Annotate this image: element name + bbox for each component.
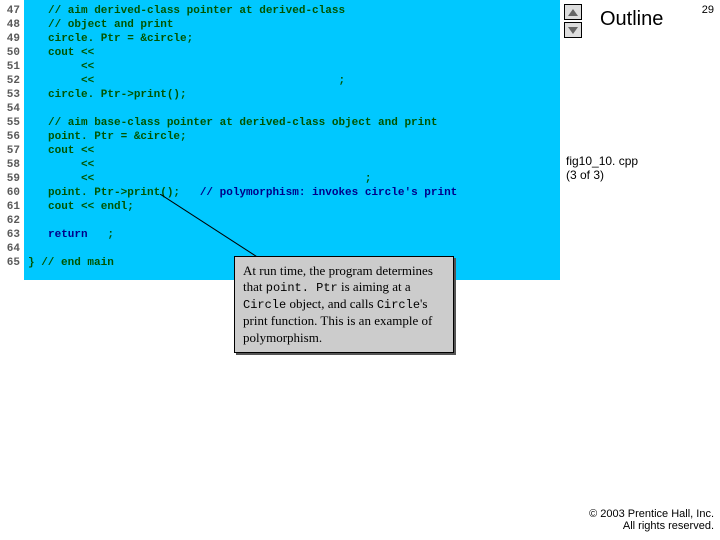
- code-line: circle. Ptr->print();: [24, 88, 560, 102]
- code-line: [24, 102, 560, 116]
- lineno: 64: [0, 242, 24, 256]
- chevron-up-icon: [568, 9, 578, 16]
- callout-text: is aiming at a: [338, 279, 411, 294]
- lineno: 52: [0, 74, 24, 88]
- code-line: return ;: [24, 228, 560, 242]
- code-line: <<: [24, 60, 560, 74]
- code-line: point. Ptr = &circle;: [24, 130, 560, 144]
- lineno: 61: [0, 200, 24, 214]
- lineno: 49: [0, 32, 24, 46]
- file-caption: fig10_10. cpp (3 of 3): [566, 154, 638, 182]
- lineno: 62: [0, 214, 24, 228]
- code-line: [24, 214, 560, 228]
- lineno: 60: [0, 186, 24, 200]
- lineno: 53: [0, 88, 24, 102]
- lineno: 65: [0, 256, 24, 270]
- copyright-line: © 2003 Prentice Hall, Inc.: [589, 508, 714, 520]
- lineno: 50: [0, 46, 24, 60]
- callout-mono: Circle: [377, 298, 420, 312]
- outline-title: Outline: [600, 8, 663, 31]
- slide-number: 29: [702, 4, 714, 16]
- code-pane: 47 48 49 50 51 52 53 54 55 56 57 58 59 6…: [0, 0, 560, 280]
- copyright: © 2003 Prentice Hall, Inc. All rights re…: [589, 508, 714, 532]
- copyright-line: All rights reserved.: [589, 520, 714, 532]
- code-line: << ;: [24, 172, 560, 186]
- callout-text: object, and calls: [286, 296, 377, 311]
- callout-box: At run time, the program determines that…: [234, 256, 454, 353]
- lineno: 51: [0, 60, 24, 74]
- code-line: cout <<: [24, 46, 560, 60]
- code-line: point. Ptr->print(); // polymorphism: in…: [24, 186, 560, 200]
- side-panel: Outline 29 fig10_10. cpp (3 of 3) © 2003…: [560, 0, 720, 540]
- callout-mono: Circle: [243, 298, 286, 312]
- code-line: // aim base-class pointer at derived-cla…: [24, 116, 560, 130]
- lineno: 57: [0, 144, 24, 158]
- code-line: << ;: [24, 74, 560, 88]
- code-line: cout << endl;: [24, 200, 560, 214]
- code-line: // aim derived-class pointer at derived-…: [24, 4, 560, 18]
- lineno: 63: [0, 228, 24, 242]
- lineno: 48: [0, 18, 24, 32]
- lineno: 56: [0, 130, 24, 144]
- code-line: <<: [24, 158, 560, 172]
- code-body: // aim derived-class pointer at derived-…: [24, 0, 560, 270]
- lineno: 47: [0, 4, 24, 18]
- line-number-gutter: 47 48 49 50 51 52 53 54 55 56 57 58 59 6…: [0, 0, 24, 284]
- lineno: 54: [0, 102, 24, 116]
- lineno: 55: [0, 116, 24, 130]
- callout-mono: point. Ptr: [266, 281, 338, 295]
- lineno: 59: [0, 172, 24, 186]
- lineno: 58: [0, 158, 24, 172]
- code-line: [24, 242, 560, 256]
- next-button[interactable]: [564, 22, 582, 38]
- code-line: cout <<: [24, 144, 560, 158]
- file-name: fig10_10. cpp: [566, 154, 638, 168]
- file-part: (3 of 3): [566, 168, 638, 182]
- prev-button[interactable]: [564, 4, 582, 20]
- code-line: circle. Ptr = &circle;: [24, 32, 560, 46]
- chevron-down-icon: [568, 27, 578, 34]
- code-line: // object and print: [24, 18, 560, 32]
- nav-buttons: [564, 4, 582, 40]
